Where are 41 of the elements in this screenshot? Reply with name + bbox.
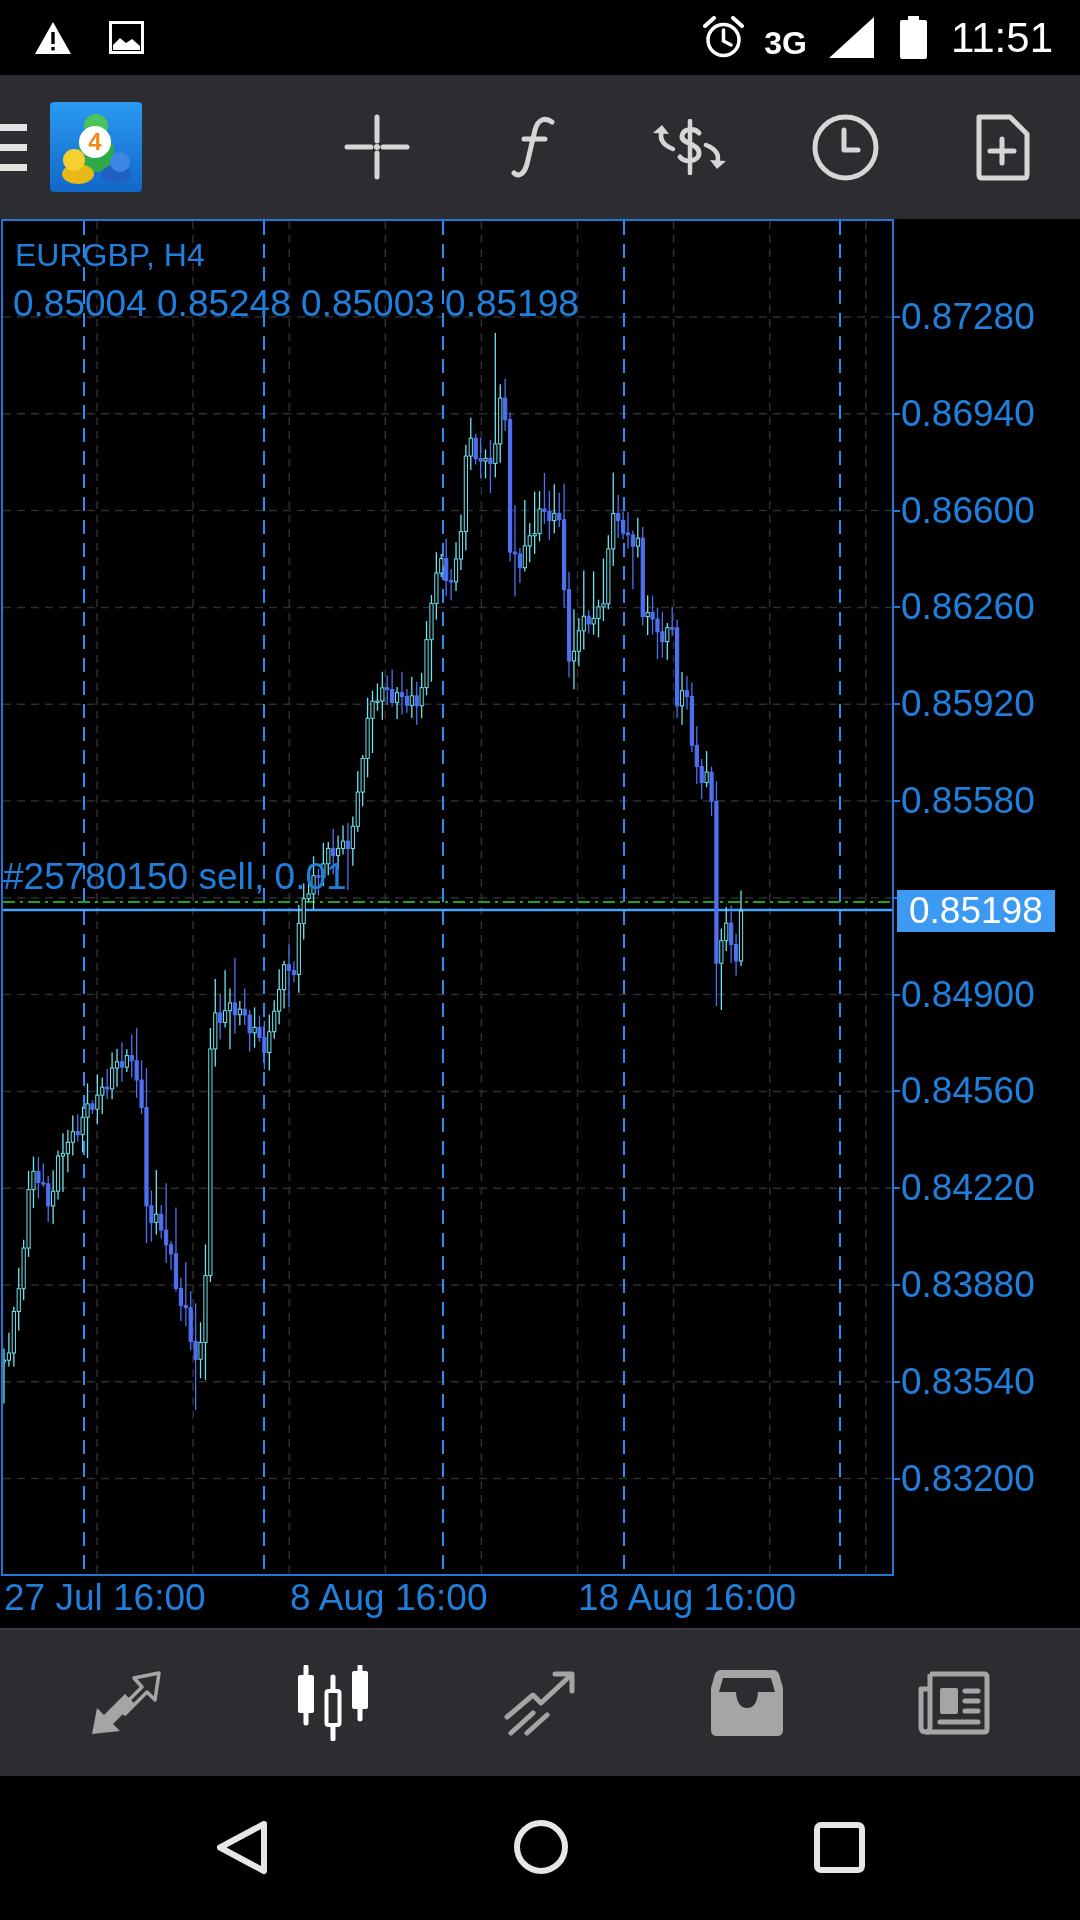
price-label: 0.84900 — [901, 972, 1035, 1017]
time-label: 27 Jul 16:00 — [4, 1576, 206, 1620]
price-label: 0.85580 — [901, 779, 1035, 823]
nav-tab[interactable] — [503, 1669, 577, 1737]
price-label: 0.86260 — [901, 585, 1035, 630]
image-icon — [109, 21, 144, 54]
nav-tab[interactable] — [89, 1670, 162, 1736]
symbol-title: EURGBP, H4 — [15, 236, 205, 274]
trend-arrow-icon — [503, 1669, 577, 1737]
price-label: 0.85920 — [901, 682, 1035, 727]
home-icon[interactable] — [514, 1820, 568, 1874]
double-arrow-icon — [89, 1670, 162, 1736]
warning-icon — [34, 20, 72, 55]
nav-tab[interactable] — [711, 1670, 784, 1736]
clock-time: 11:51 — [951, 13, 1053, 62]
tray-icon — [711, 1670, 784, 1736]
function-icon[interactable] — [511, 116, 556, 178]
alarm-clock-icon — [703, 16, 745, 59]
price-label: 0.83880 — [901, 1263, 1035, 1307]
price-label: 0.84220 — [901, 1166, 1035, 1211]
network-type: 3G — [764, 24, 807, 61]
back-icon[interactable] — [215, 1819, 268, 1875]
price-label: 0.87280 — [901, 295, 1035, 339]
clock-icon[interactable] — [812, 113, 880, 181]
time-label: 8 Aug 16:00 — [290, 1576, 488, 1620]
newspaper-icon — [918, 1671, 991, 1735]
app-logo-icon[interactable] — [50, 102, 142, 192]
battery-icon — [900, 16, 927, 59]
signal-icon — [829, 17, 874, 58]
price-label: 0.86940 — [901, 391, 1035, 436]
current-price-badge: 0.85198 — [897, 890, 1055, 932]
price-label: 0.84560 — [901, 1069, 1035, 1114]
crosshair-icon[interactable] — [344, 114, 411, 180]
ohlc-values: 0.85004 0.85248 0.85003 0.85198 — [13, 282, 579, 326]
price-label: 0.83200 — [901, 1456, 1035, 1501]
price-label: 0.86600 — [901, 488, 1035, 533]
nav-tab[interactable] — [918, 1671, 991, 1735]
menu-icon[interactable] — [0, 123, 27, 171]
price-label: 0.83540 — [901, 1359, 1035, 1404]
recents-icon[interactable] — [814, 1821, 865, 1873]
time-label: 18 Aug 16:00 — [578, 1576, 797, 1620]
